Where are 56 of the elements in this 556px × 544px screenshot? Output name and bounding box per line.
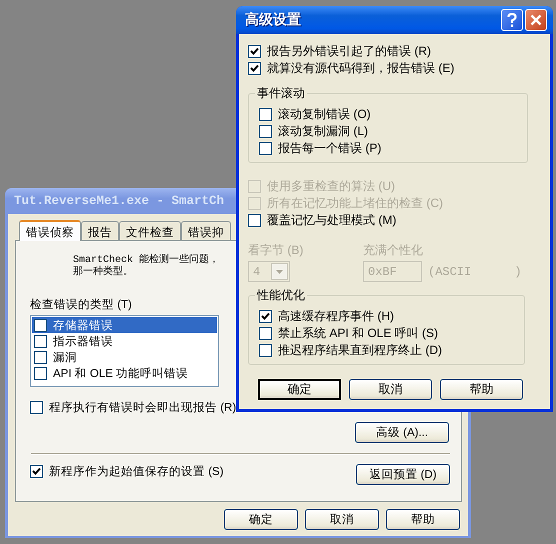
checkbox[interactable] [34, 350, 47, 364]
checkbox[interactable] [248, 62, 261, 75]
checkbox[interactable] [259, 142, 272, 155]
group-title: 性能优化 [256, 287, 306, 304]
checkbox[interactable] [259, 327, 272, 340]
description-text: 那一种类型。 [73, 267, 133, 279]
caret-icon [276, 270, 283, 274]
field-label: 看字节 (B) [248, 242, 304, 259]
item-label: API 和 OLE 功能呼叫错误 [53, 366, 188, 380]
list-item[interactable]: 指示器错误 [32, 333, 217, 349]
checkbox-label: 使用多重检查的算法 (U) [267, 178, 395, 195]
checkbox[interactable] [34, 334, 47, 348]
list-item[interactable]: API 和 OLE 功能呼叫错误 [32, 365, 217, 381]
field-label: 充满个性化 [363, 242, 424, 259]
item-label: 存储器错误 [53, 318, 113, 332]
checkbox-label: 禁止系统 API 和 OLE 呼叫 (S) [278, 325, 438, 342]
checkbox[interactable] [34, 318, 47, 332]
checkbox[interactable] [30, 401, 43, 414]
checkbox-label: 所有在记忆功能上堵住的检查 (C) [267, 195, 443, 212]
checkbox-label: 新程序作为起始值保存的设置 (S) [49, 464, 224, 479]
checkbox[interactable] [259, 310, 272, 323]
close-icon [530, 14, 542, 26]
group-title: 事件滚动 [256, 85, 306, 102]
checkbox[interactable] [30, 465, 43, 478]
help-button[interactable] [501, 9, 523, 31]
list-item[interactable]: 存储器错误 [32, 317, 217, 333]
window-title: Tut.ReverseMe1.exe - SmartCh [14, 194, 224, 208]
checkbox-label: 报告另外错误引起了的错误 (R) [267, 43, 431, 60]
window-title: 高级设置 [245, 11, 301, 29]
checkbox-label: 报告每一个错误 (P) [278, 140, 382, 157]
checkbox-label: 就算没有源代码得到，报告错误 (E) [267, 60, 454, 77]
advanced-button[interactable]: 高级 (A)... [355, 422, 449, 443]
checkbox-label: 滚动复制错误 (O) [278, 106, 371, 123]
item-label: 漏洞 [53, 350, 77, 364]
ascii-label: (ASCII ) [428, 264, 522, 278]
dialog-button[interactable]: 帮助 [440, 379, 523, 400]
checkbox-label: 覆盖记忆与处理模式 (M) [267, 212, 396, 229]
checkbox[interactable] [259, 108, 272, 121]
close-button[interactable] [525, 9, 547, 31]
list-item[interactable]: 漏洞 [32, 349, 217, 365]
question-icon [507, 12, 517, 28]
checkbox[interactable] [259, 125, 272, 138]
checkbox-label: 程序执行有错误时会即出现报告 (R) [49, 400, 236, 415]
checkbox[interactable] [259, 344, 272, 357]
checkbox-label: 推迟程序结果直到程序终止 (D) [278, 342, 442, 359]
description-text: SmartCheck 能检测一些问题， [73, 255, 220, 266]
dialog-button[interactable]: 确定 [258, 379, 341, 400]
checkbox-label: 高速缓存程序事件 (H) [278, 308, 394, 325]
dialog-button[interactable]: 取消 [349, 379, 432, 400]
checkbox[interactable] [34, 366, 47, 380]
checkbox[interactable] [248, 214, 261, 227]
list-label: 检查错误的类型 (T) [30, 298, 133, 312]
reset-button[interactable]: 返回预置 (D) [356, 464, 450, 485]
checkbox[interactable] [248, 45, 261, 58]
checkbox-label: 滚动复制漏洞 (L) [278, 123, 368, 140]
item-label: 指示器错误 [53, 334, 113, 348]
